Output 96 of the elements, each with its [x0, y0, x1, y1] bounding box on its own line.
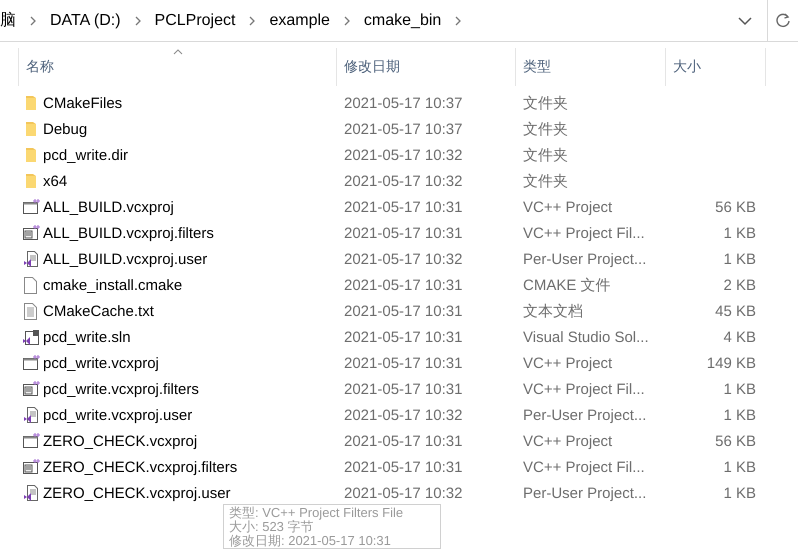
- file-name[interactable]: x64: [43, 172, 68, 190]
- file-type: 文件夹: [522, 120, 569, 138]
- file-name[interactable]: ZERO_CHECK.vcxproj: [43, 432, 198, 450]
- modified-date: 2021-05-17 10:31: [343, 458, 464, 476]
- folder-icon: [24, 173, 36, 189]
- project-file-icon: [22, 199, 40, 215]
- folder-icon: [24, 95, 36, 111]
- chevron-right-icon[interactable]: [132, 14, 143, 26]
- tooltip-line: 修改日期: 2021-05-17 10:31: [229, 534, 392, 548]
- file-name[interactable]: pcd_write.vcxproj: [43, 354, 159, 372]
- modified-date: 2021-05-17 10:31: [343, 354, 464, 372]
- file-type: VC++ Project: [522, 432, 614, 450]
- file-type: 文件夹: [522, 172, 569, 190]
- column-header[interactable]: 修改日期: [336, 48, 515, 86]
- modified-date: 2021-05-17 10:31: [343, 224, 464, 242]
- filters-file-icon: [22, 459, 40, 475]
- file-size: 2 KB: [722, 276, 757, 294]
- modified-date: 2021-05-17 10:32: [343, 146, 464, 164]
- filters-file-icon: [22, 225, 40, 241]
- modified-date: 2021-05-17 10:31: [343, 380, 464, 398]
- file-type: VC++ Project: [522, 198, 614, 216]
- file-type: 文件夹: [522, 94, 569, 112]
- modified-date: 2021-05-17 10:31: [343, 276, 464, 294]
- sort-ascending-icon: [172, 48, 182, 55]
- column-header[interactable]: 名称: [18, 48, 336, 86]
- file-name[interactable]: pcd_write.vcxproj.user: [43, 406, 192, 424]
- tooltip-line: 大小: 523 字节: [229, 520, 314, 534]
- file-size: 45 KB: [714, 302, 757, 320]
- file-type: VC++ Project Fil...: [522, 458, 646, 476]
- modified-date: 2021-05-17 10:37: [343, 94, 464, 112]
- file-name[interactable]: ZERO_CHECK.vcxproj.filters: [43, 458, 238, 476]
- project-file-icon: [22, 355, 40, 371]
- file-type: 文件夹: [522, 146, 569, 164]
- text-file-icon: [24, 302, 37, 320]
- modified-date: 2021-05-17 10:32: [343, 250, 464, 268]
- modified-date: 2021-05-17 10:32: [343, 484, 464, 502]
- file-size: 1 KB: [722, 250, 757, 268]
- file-type: Per-User Project...: [522, 484, 648, 502]
- modified-date: 2021-05-17 10:31: [343, 432, 464, 450]
- user-settings-file-icon: [22, 406, 38, 424]
- dropdown-caret-icon[interactable]: [737, 14, 753, 26]
- file-type: CMAKE 文件: [522, 276, 612, 294]
- breadcrumb-item[interactable]: PCLProject: [148, 12, 242, 30]
- modified-date: 2021-05-17 10:32: [343, 172, 464, 190]
- file-size: 1 KB: [722, 224, 757, 242]
- file-size: 1 KB: [722, 406, 757, 424]
- file-name[interactable]: ALL_BUILD.vcxproj.user: [43, 250, 208, 268]
- column-header[interactable]: 大小: [665, 48, 766, 86]
- blank-file-icon: [24, 276, 37, 294]
- user-settings-file-icon: [22, 484, 38, 502]
- file-size: 1 KB: [722, 458, 757, 476]
- file-type: Per-User Project...: [522, 406, 648, 424]
- file-size: 56 KB: [714, 198, 757, 216]
- file-name[interactable]: Debug: [43, 120, 88, 138]
- user-settings-file-icon: [22, 250, 38, 268]
- file-size: 149 KB: [706, 354, 757, 372]
- solution-file-icon: [22, 328, 40, 346]
- file-type: VC++ Project Fil...: [522, 224, 646, 242]
- modified-date: 2021-05-17 10:32: [343, 406, 464, 424]
- filters-file-icon: [22, 381, 40, 397]
- chevron-right-icon[interactable]: [28, 14, 38, 26]
- file-size: 1 KB: [722, 380, 757, 398]
- file-type: VC++ Project: [522, 354, 614, 372]
- file-type: VC++ Project Fil...: [522, 380, 646, 398]
- file-type: Per-User Project...: [522, 250, 648, 268]
- file-type: Visual Studio Sol...: [522, 328, 650, 346]
- folder-icon: [24, 121, 36, 137]
- chevron-right-icon[interactable]: [247, 14, 258, 26]
- file-size: 56 KB: [714, 432, 757, 450]
- modified-date: 2021-05-17 10:31: [343, 198, 464, 216]
- breadcrumb-item[interactable]: 脑: [0, 10, 22, 31]
- file-name[interactable]: CMakeFiles: [43, 94, 122, 112]
- file-name[interactable]: pcd_write.vcxproj.filters: [43, 380, 199, 398]
- chevron-right-icon[interactable]: [342, 14, 352, 26]
- breadcrumb-item[interactable]: cmake_bin: [358, 12, 448, 30]
- breadcrumb-item[interactable]: DATA (D:): [44, 12, 127, 30]
- file-name[interactable]: CMakeCache.txt: [43, 302, 154, 320]
- file-name[interactable]: ALL_BUILD.vcxproj.filters: [43, 224, 214, 242]
- file-name[interactable]: pcd_write.sln: [43, 328, 131, 346]
- modified-date: 2021-05-17 10:37: [343, 120, 464, 138]
- file-size: 4 KB: [722, 328, 757, 346]
- file-type: 文本文档: [522, 302, 584, 320]
- project-file-icon: [22, 433, 40, 449]
- modified-date: 2021-05-17 10:31: [343, 302, 464, 320]
- file-name[interactable]: cmake_install.cmake: [43, 276, 182, 294]
- file-size: 1 KB: [722, 484, 757, 502]
- file-name[interactable]: ALL_BUILD.vcxproj: [43, 198, 174, 216]
- breadcrumb-item[interactable]: example: [263, 12, 336, 30]
- file-name[interactable]: pcd_write.dir: [43, 146, 128, 164]
- folder-icon: [24, 147, 36, 163]
- chevron-right-icon[interactable]: [453, 14, 464, 26]
- refresh-icon[interactable]: [775, 12, 791, 28]
- modified-date: 2021-05-17 10:31: [343, 328, 464, 346]
- column-header[interactable]: 类型: [515, 48, 665, 86]
- file-name[interactable]: ZERO_CHECK.vcxproj.user: [43, 484, 231, 502]
- tooltip-line: 类型: VC++ Project Filters File: [229, 506, 404, 520]
